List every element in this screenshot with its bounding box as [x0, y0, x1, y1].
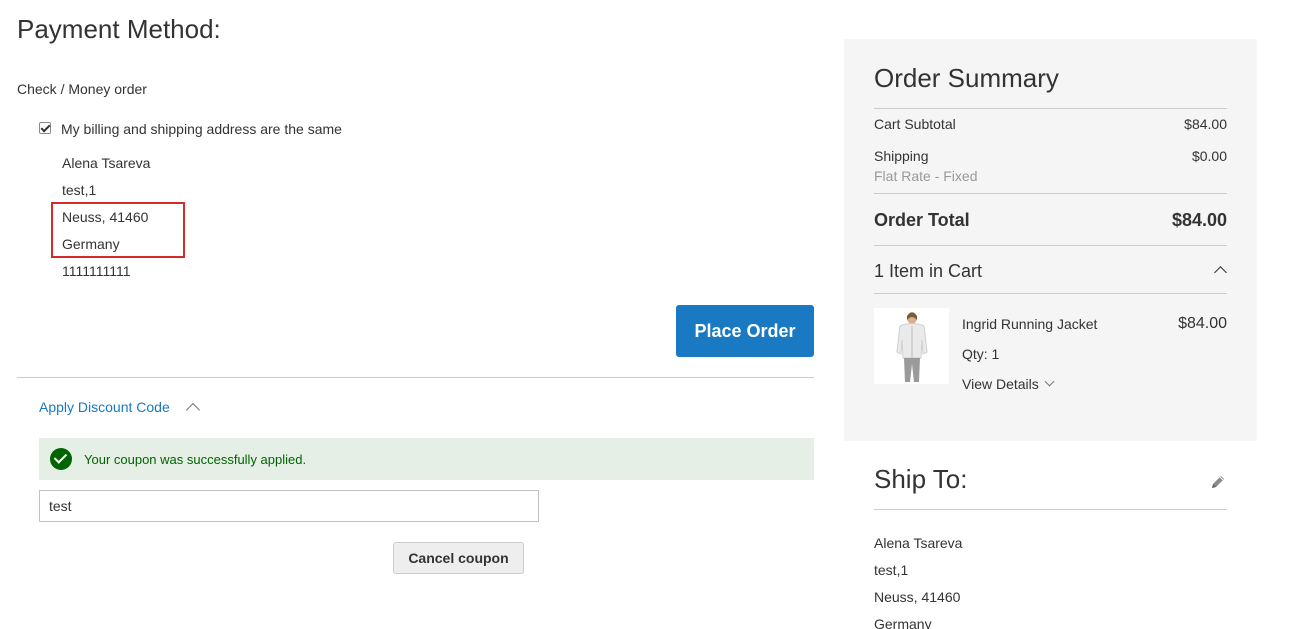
- ship-address-country: Germany: [874, 616, 932, 629]
- ship-address-street: test,1: [874, 562, 909, 578]
- billing-address-street: test,1: [62, 182, 97, 198]
- order-summary-title: Order Summary: [874, 63, 1059, 93]
- summary-divider: [874, 108, 1227, 109]
- summary-divider: [874, 293, 1227, 294]
- ship-address-city: Neuss, 41460: [874, 589, 961, 605]
- view-details-toggle[interactable]: View Details: [962, 376, 1039, 392]
- payment-method-label[interactable]: Check / Money order: [17, 81, 147, 97]
- shipping-label: Shipping: [874, 148, 929, 164]
- place-order-button[interactable]: Place Order: [676, 305, 814, 357]
- product-name: Ingrid Running Jacket: [962, 316, 1098, 332]
- coupon-success-message: Your coupon was successfully applied.: [39, 438, 814, 480]
- ship-address-name: Alena Tsareva: [874, 535, 963, 551]
- check-circle-icon: [50, 448, 72, 470]
- ship-to-title: Ship To:: [874, 464, 968, 494]
- cancel-coupon-button[interactable]: Cancel coupon: [393, 542, 524, 574]
- billing-address-phone: 1111111111: [62, 263, 131, 279]
- cart-subtotal-value: $84.00: [1184, 116, 1227, 132]
- success-message-text: Your coupon was successfully applied.: [84, 451, 307, 467]
- pencil-icon[interactable]: [1210, 474, 1226, 490]
- same-address-label[interactable]: My billing and shipping address are the …: [61, 121, 342, 137]
- ship-to-divider: [874, 509, 1227, 510]
- section-divider: [17, 377, 814, 378]
- summary-divider: [874, 193, 1227, 194]
- billing-address-name: Alena Tsareva: [62, 155, 151, 171]
- summary-divider: [874, 245, 1227, 246]
- order-total-value: $84.00: [1171, 210, 1227, 230]
- product-price: $84.00: [1178, 315, 1227, 332]
- annotation-highlight-box: [51, 202, 185, 258]
- chevron-up-icon[interactable]: [185, 402, 201, 418]
- page-title: Payment Method:: [17, 14, 221, 44]
- product-image[interactable]: [874, 308, 949, 384]
- coupon-code-input[interactable]: [39, 490, 539, 522]
- same-address-checkbox[interactable]: [39, 122, 51, 134]
- product-qty: Qty: 1: [962, 346, 1000, 362]
- cart-subtotal-label: Cart Subtotal: [874, 116, 956, 132]
- apply-discount-toggle[interactable]: Apply Discount Code: [39, 399, 170, 415]
- shipping-value: $0.00: [1191, 148, 1227, 164]
- shipping-method: Flat Rate - Fixed: [874, 168, 978, 184]
- items-in-cart-toggle[interactable]: 1 Item in Cart: [874, 261, 982, 282]
- order-total-label: Order Total: [874, 210, 970, 230]
